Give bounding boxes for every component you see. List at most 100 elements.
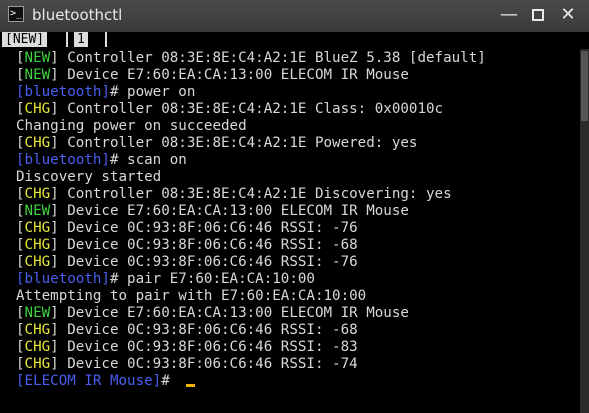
scrollbar[interactable] <box>580 49 589 413</box>
tag-bracket: [ <box>16 50 25 66</box>
terminal-line: Attempting to pair with E7:60:EA:CA:10:0… <box>16 288 580 305</box>
terminal-output[interactable]: [NEW] Controller 08:3E:8E:C4:A2:1E BlueZ… <box>0 49 580 413</box>
scrollbar-thumb[interactable] <box>581 51 588 121</box>
line-text: Device 0C:93:8F:06:C6:46 RSSI: -76 <box>67 254 358 270</box>
title-bar[interactable]: >_ bluetoothctl — ✕ <box>0 0 589 32</box>
line-text: Controller 08:3E:8E:C4:A2:1E Discovering… <box>67 186 452 202</box>
line-text: # pair E7:60:EA:CA:10:00 <box>109 271 315 287</box>
tag-bracket: [ <box>16 322 25 338</box>
line-tag: CHG <box>24 135 51 151</box>
terminal-line: [CHG] Device 0C:93:8F:06:C6:46 RSSI: -76 <box>16 254 580 271</box>
tag-bracket: [ <box>16 135 25 151</box>
tag-bracket: [ <box>16 203 25 219</box>
line-tag: CHG <box>24 339 51 355</box>
terminal-window: >_ bluetoothctl — ✕ [NEW] 1 [NEW] Contro… <box>0 0 589 413</box>
line-tag: CHG <box>24 356 51 372</box>
tag-bracket: [ <box>16 186 25 202</box>
line-tag: NEW <box>24 67 51 83</box>
terminal-line: [bluetooth]# power on <box>16 84 580 101</box>
tab-divider <box>105 32 107 47</box>
tag-bracket: [ <box>16 101 25 117</box>
line-text: Discovery started <box>16 169 162 185</box>
line-text: Device 0C:93:8F:06:C6:46 RSSI: -74 <box>67 356 358 372</box>
terminal-line: [bluetooth]# scan on <box>16 152 580 169</box>
terminal-line: [NEW] Device E7:60:EA:CA:13:00 ELECOM IR… <box>16 305 580 322</box>
line-text: # power on <box>109 84 196 100</box>
tag-bracket: ] <box>50 135 68 151</box>
shell-prompt: [bluetooth] <box>16 271 110 287</box>
terminal-icon: >_ <box>8 6 24 22</box>
line-tag: CHG <box>24 254 51 270</box>
terminal-line: Discovery started <box>16 169 580 186</box>
line-text: Controller 08:3E:8E:C4:A2:1E Powered: ye… <box>67 135 418 151</box>
terminal-line: [CHG] Controller 08:3E:8E:C4:A2:1E Class… <box>16 101 580 118</box>
tab-1[interactable]: 1 <box>74 32 88 47</box>
shell-prompt: [bluetooth] <box>16 152 110 168</box>
window-title: bluetoothctl <box>32 6 123 24</box>
line-text: Device E7:60:EA:CA:13:00 ELECOM IR Mouse <box>67 67 409 83</box>
terminal-line: [CHG] Device 0C:93:8F:06:C6:46 RSSI: -83 <box>16 339 580 356</box>
terminal-line: [ELECOM IR Mouse]# <box>16 373 580 390</box>
tag-bracket: ] <box>50 237 68 253</box>
terminal-line: [CHG] Controller 08:3E:8E:C4:A2:1E Power… <box>16 135 580 152</box>
tag-bracket: ] <box>50 322 68 338</box>
tag-bracket: ] <box>50 50 68 66</box>
line-text: Controller 08:3E:8E:C4:A2:1E Class: 0x00… <box>67 101 444 117</box>
terminal-line: [CHG] Device 0C:93:8F:06:C6:46 RSSI: -68 <box>16 322 580 339</box>
close-button[interactable]: ✕ <box>556 4 580 26</box>
terminal-line: [CHG] Controller 08:3E:8E:C4:A2:1E Disco… <box>16 186 580 203</box>
line-tag: NEW <box>24 50 51 66</box>
line-text: Controller 08:3E:8E:C4:A2:1E BlueZ 5.38 … <box>67 50 486 66</box>
terminal-line: [NEW] Device E7:60:EA:CA:13:00 ELECOM IR… <box>16 67 580 84</box>
terminal-line: [CHG] Device 0C:93:8F:06:C6:46 RSSI: -76 <box>16 220 580 237</box>
tab-new[interactable]: [NEW] <box>2 32 48 47</box>
terminal-line: [CHG] Device 0C:93:8F:06:C6:46 RSSI: -74 <box>16 356 580 373</box>
tag-bracket: ] <box>50 203 68 219</box>
line-text: Device 0C:93:8F:06:C6:46 RSSI: -83 <box>67 339 358 355</box>
line-tag: CHG <box>24 186 51 202</box>
tag-bracket: ] <box>50 305 68 321</box>
line-tag: CHG <box>24 220 51 236</box>
line-text: Device 0C:93:8F:06:C6:46 RSSI: -76 <box>67 220 358 236</box>
tag-bracket: [ <box>16 339 25 355</box>
tag-bracket: ] <box>50 254 68 270</box>
tag-bracket: [ <box>16 305 25 321</box>
tab-bar: [NEW] 1 <box>0 32 589 49</box>
line-text: Changing power on succeeded <box>16 118 247 134</box>
line-text: Device 0C:93:8F:06:C6:46 RSSI: -68 <box>67 322 358 338</box>
tag-bracket: ] <box>50 186 68 202</box>
line-tag: CHG <box>24 237 51 253</box>
tag-bracket: ] <box>50 339 68 355</box>
minimize-button[interactable]: — <box>497 4 521 26</box>
maximize-button[interactable] <box>526 4 550 26</box>
tag-bracket: [ <box>16 254 25 270</box>
terminal-line: Changing power on succeeded <box>16 118 580 135</box>
tag-bracket: ] <box>50 356 68 372</box>
terminal-line: [bluetooth]# pair E7:60:EA:CA:10:00 <box>16 271 580 288</box>
tag-bracket: [ <box>16 220 25 236</box>
line-text: Device 0C:93:8F:06:C6:46 RSSI: -68 <box>67 237 358 253</box>
tag-bracket: [ <box>16 356 25 372</box>
shell-prompt: [bluetooth] <box>16 84 110 100</box>
line-tag: CHG <box>24 322 51 338</box>
line-tag: CHG <box>24 101 51 117</box>
line-text: Device E7:60:EA:CA:13:00 ELECOM IR Mouse <box>67 203 409 219</box>
line-text: Device E7:60:EA:CA:13:00 ELECOM IR Mouse <box>67 305 409 321</box>
tab-divider <box>66 32 68 47</box>
text-cursor <box>186 384 196 387</box>
line-text: Attempting to pair with E7:60:EA:CA:10:0… <box>16 288 367 304</box>
tag-bracket: [ <box>16 67 25 83</box>
line-text: # scan on <box>109 152 187 168</box>
terminal-line: [CHG] Device 0C:93:8F:06:C6:46 RSSI: -68 <box>16 237 580 254</box>
tag-bracket: ] <box>50 67 68 83</box>
maximize-icon <box>532 9 544 21</box>
line-tag: NEW <box>24 305 51 321</box>
tag-bracket: [ <box>16 237 25 253</box>
shell-prompt: [ELECOM IR Mouse] <box>16 373 162 389</box>
terminal-line: [NEW] Controller 08:3E:8E:C4:A2:1E BlueZ… <box>16 50 580 67</box>
line-tag: NEW <box>24 203 51 219</box>
tag-bracket: ] <box>50 220 68 236</box>
tag-bracket: ] <box>50 101 68 117</box>
line-text: # <box>161 373 179 389</box>
terminal-line: [NEW] Device E7:60:EA:CA:13:00 ELECOM IR… <box>16 203 580 220</box>
